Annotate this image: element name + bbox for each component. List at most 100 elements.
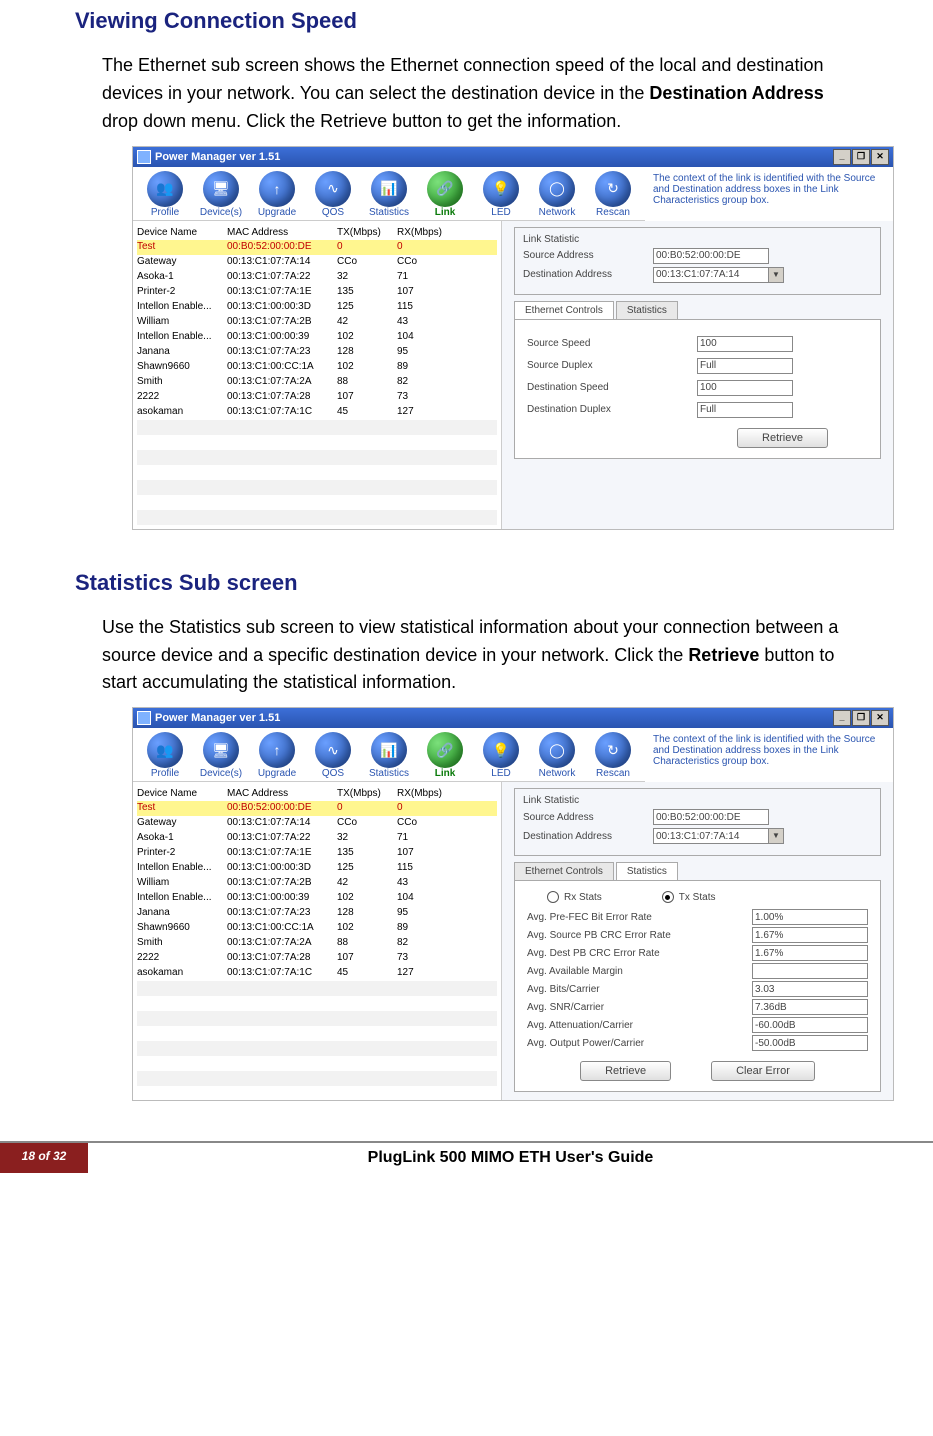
page-footer: 18 of 32 PlugLink 500 MIMO ETH User's Gu… <box>0 1141 933 1173</box>
device-cell: 73 <box>397 952 457 966</box>
device-row[interactable]: Printer-200:13:C1:07:7A:1E135107 <box>137 846 497 861</box>
chevron-down-icon[interactable]: ▼ <box>769 828 784 844</box>
toolbar-led[interactable]: 💡LED <box>475 171 527 218</box>
toolbar-network[interactable]: ◯Network <box>531 732 583 779</box>
device-cell: Asoka-1 <box>137 832 227 846</box>
device-cell: 107 <box>397 847 457 861</box>
tab-ethernet-controls[interactable]: Ethernet Controls <box>514 301 614 319</box>
toolbar-qos[interactable]: ∿QOS <box>307 732 359 779</box>
window-icon <box>137 150 151 164</box>
device-row[interactable]: Intellon Enable...00:13:C1:00:00:3D12511… <box>137 861 497 876</box>
device-row[interactable]: asokaman00:13:C1:07:7A:1C45127 <box>137 405 497 420</box>
device-row[interactable]: Test00:B0:52:00:00:DE00 <box>137 801 497 816</box>
toolbar-rescan[interactable]: ↻Rescan <box>587 732 639 779</box>
toolbar-rescan[interactable]: ↻Rescan <box>587 171 639 218</box>
device-row[interactable]: Shawn966000:13:C1:00:CC:1A10289 <box>137 921 497 936</box>
device-cell: 2222 <box>137 391 227 405</box>
device-row[interactable]: asokaman00:13:C1:07:7A:1C45127 <box>137 966 497 981</box>
toolbar-link[interactable]: 🔗Link <box>419 171 471 218</box>
toolbar-icon: 👥 <box>147 171 183 207</box>
radio-tx-stats[interactable]: Tx Stats <box>662 891 716 903</box>
retrieve-button[interactable]: Retrieve <box>737 428 828 448</box>
device-row[interactable]: Gateway00:13:C1:07:7A:14CCoCCo <box>137 255 497 270</box>
device-cell: 00:13:C1:00:00:3D <box>227 862 337 876</box>
device-cell: 102 <box>337 361 397 375</box>
device-cell: asokaman <box>137 967 227 981</box>
device-cell: 127 <box>397 967 457 981</box>
toolbar-label: Link <box>435 768 456 779</box>
toolbar-statistics[interactable]: 📊Statistics <box>363 732 415 779</box>
device-row[interactable]: Shawn966000:13:C1:00:CC:1A10289 <box>137 360 497 375</box>
device-cell: 43 <box>397 877 457 891</box>
device-row[interactable]: Janana00:13:C1:07:7A:2312895 <box>137 906 497 921</box>
device-cell: 125 <box>337 862 397 876</box>
device-cell: Intellon Enable... <box>137 301 227 315</box>
toolbar-icon: 🖥 <box>203 732 239 768</box>
close-button[interactable]: ✕ <box>871 149 889 165</box>
device-row[interactable]: 222200:13:C1:07:7A:2810773 <box>137 951 497 966</box>
toolbar-label: QOS <box>322 768 344 779</box>
para-statistics: Use the Statistics sub screen to view st… <box>102 614 863 698</box>
stat-value: 1.67% <box>752 945 868 961</box>
toolbar-label: Link <box>435 207 456 218</box>
minimize-button[interactable]: _ <box>833 710 851 726</box>
toolbar-devices[interactable]: 🖥Device(s) <box>195 732 247 779</box>
chevron-down-icon[interactable]: ▼ <box>769 267 784 283</box>
minimize-button[interactable]: _ <box>833 149 851 165</box>
device-cell: 00:13:C1:07:7A:14 <box>227 256 337 270</box>
device-cell: 125 <box>337 301 397 315</box>
device-row[interactable]: Intellon Enable...00:13:C1:00:00:3910210… <box>137 891 497 906</box>
device-row[interactable]: Gateway00:13:C1:07:7A:14CCoCCo <box>137 816 497 831</box>
device-row[interactable]: William00:13:C1:07:7A:2B4243 <box>137 876 497 891</box>
toolbar-label: QOS <box>322 207 344 218</box>
device-row[interactable]: Test00:B0:52:00:00:DE00 <box>137 240 497 255</box>
device-cell: Smith <box>137 376 227 390</box>
destination-address-dropdown[interactable]: 00:13:C1:07:7A:14 ▼ <box>653 267 784 283</box>
close-button[interactable]: ✕ <box>871 710 889 726</box>
toolbar-profile[interactable]: 👥Profile <box>139 171 191 218</box>
heading-statistics: Statistics Sub screen <box>75 570 893 596</box>
page-number: 18 of 32 <box>0 1143 88 1173</box>
toolbar-upgrade[interactable]: ↑Upgrade <box>251 171 303 218</box>
tab-ethernet-controls[interactable]: Ethernet Controls <box>514 862 614 880</box>
source-address-field: 00:B0:52:00:00:DE <box>653 809 769 825</box>
col-header: RX(Mbps) <box>397 227 457 238</box>
tab-statistics[interactable]: Statistics <box>616 862 678 880</box>
toolbar-qos[interactable]: ∿QOS <box>307 171 359 218</box>
toolbar-statistics[interactable]: 📊Statistics <box>363 171 415 218</box>
device-cell: 00:13:C1:07:7A:1C <box>227 967 337 981</box>
toolbar-label: Device(s) <box>200 207 242 218</box>
tab-statistics[interactable]: Statistics <box>616 301 678 319</box>
toolbar-devices[interactable]: 🖥Device(s) <box>195 171 247 218</box>
toolbar-label: Rescan <box>596 207 630 218</box>
window-icon <box>137 711 151 725</box>
toolbar-profile[interactable]: 👥Profile <box>139 732 191 779</box>
device-cell: 00:13:C1:00:00:3D <box>227 301 337 315</box>
para-connection-speed: The Ethernet sub screen shows the Ethern… <box>102 52 863 136</box>
toolbar-led[interactable]: 💡LED <box>475 732 527 779</box>
device-row[interactable]: Asoka-100:13:C1:07:7A:223271 <box>137 831 497 846</box>
device-row[interactable]: 222200:13:C1:07:7A:2810773 <box>137 390 497 405</box>
device-row[interactable]: Intellon Enable...00:13:C1:00:00:3910210… <box>137 330 497 345</box>
toolbar-upgrade[interactable]: ↑Upgrade <box>251 732 303 779</box>
toolbar-network[interactable]: ◯Network <box>531 171 583 218</box>
device-row[interactable]: William00:13:C1:07:7A:2B4243 <box>137 315 497 330</box>
maximize-button[interactable]: ❐ <box>852 149 870 165</box>
device-cell: Gateway <box>137 256 227 270</box>
device-row[interactable]: Intellon Enable...00:13:C1:00:00:3D12511… <box>137 300 497 315</box>
device-row[interactable]: Smith00:13:C1:07:7A:2A8882 <box>137 936 497 951</box>
maximize-button[interactable]: ❐ <box>852 710 870 726</box>
device-row[interactable]: Smith00:13:C1:07:7A:2A8882 <box>137 375 497 390</box>
retrieve-button[interactable]: Retrieve <box>580 1061 671 1081</box>
radio-rx-stats[interactable]: Rx Stats <box>547 891 602 903</box>
device-cell: 00:13:C1:07:7A:23 <box>227 346 337 360</box>
device-row[interactable]: Asoka-100:13:C1:07:7A:223271 <box>137 270 497 285</box>
destination-address-dropdown[interactable]: 00:13:C1:07:7A:14 ▼ <box>653 828 784 844</box>
toolbar-link[interactable]: 🔗Link <box>419 732 471 779</box>
field-value: Full <box>697 358 793 374</box>
device-row[interactable]: Janana00:13:C1:07:7A:2312895 <box>137 345 497 360</box>
source-address-label: Source Address <box>523 250 653 261</box>
device-row[interactable]: Printer-200:13:C1:07:7A:1E135107 <box>137 285 497 300</box>
device-cell: 00:13:C1:00:00:39 <box>227 331 337 345</box>
clear-error-button[interactable]: Clear Error <box>711 1061 815 1081</box>
